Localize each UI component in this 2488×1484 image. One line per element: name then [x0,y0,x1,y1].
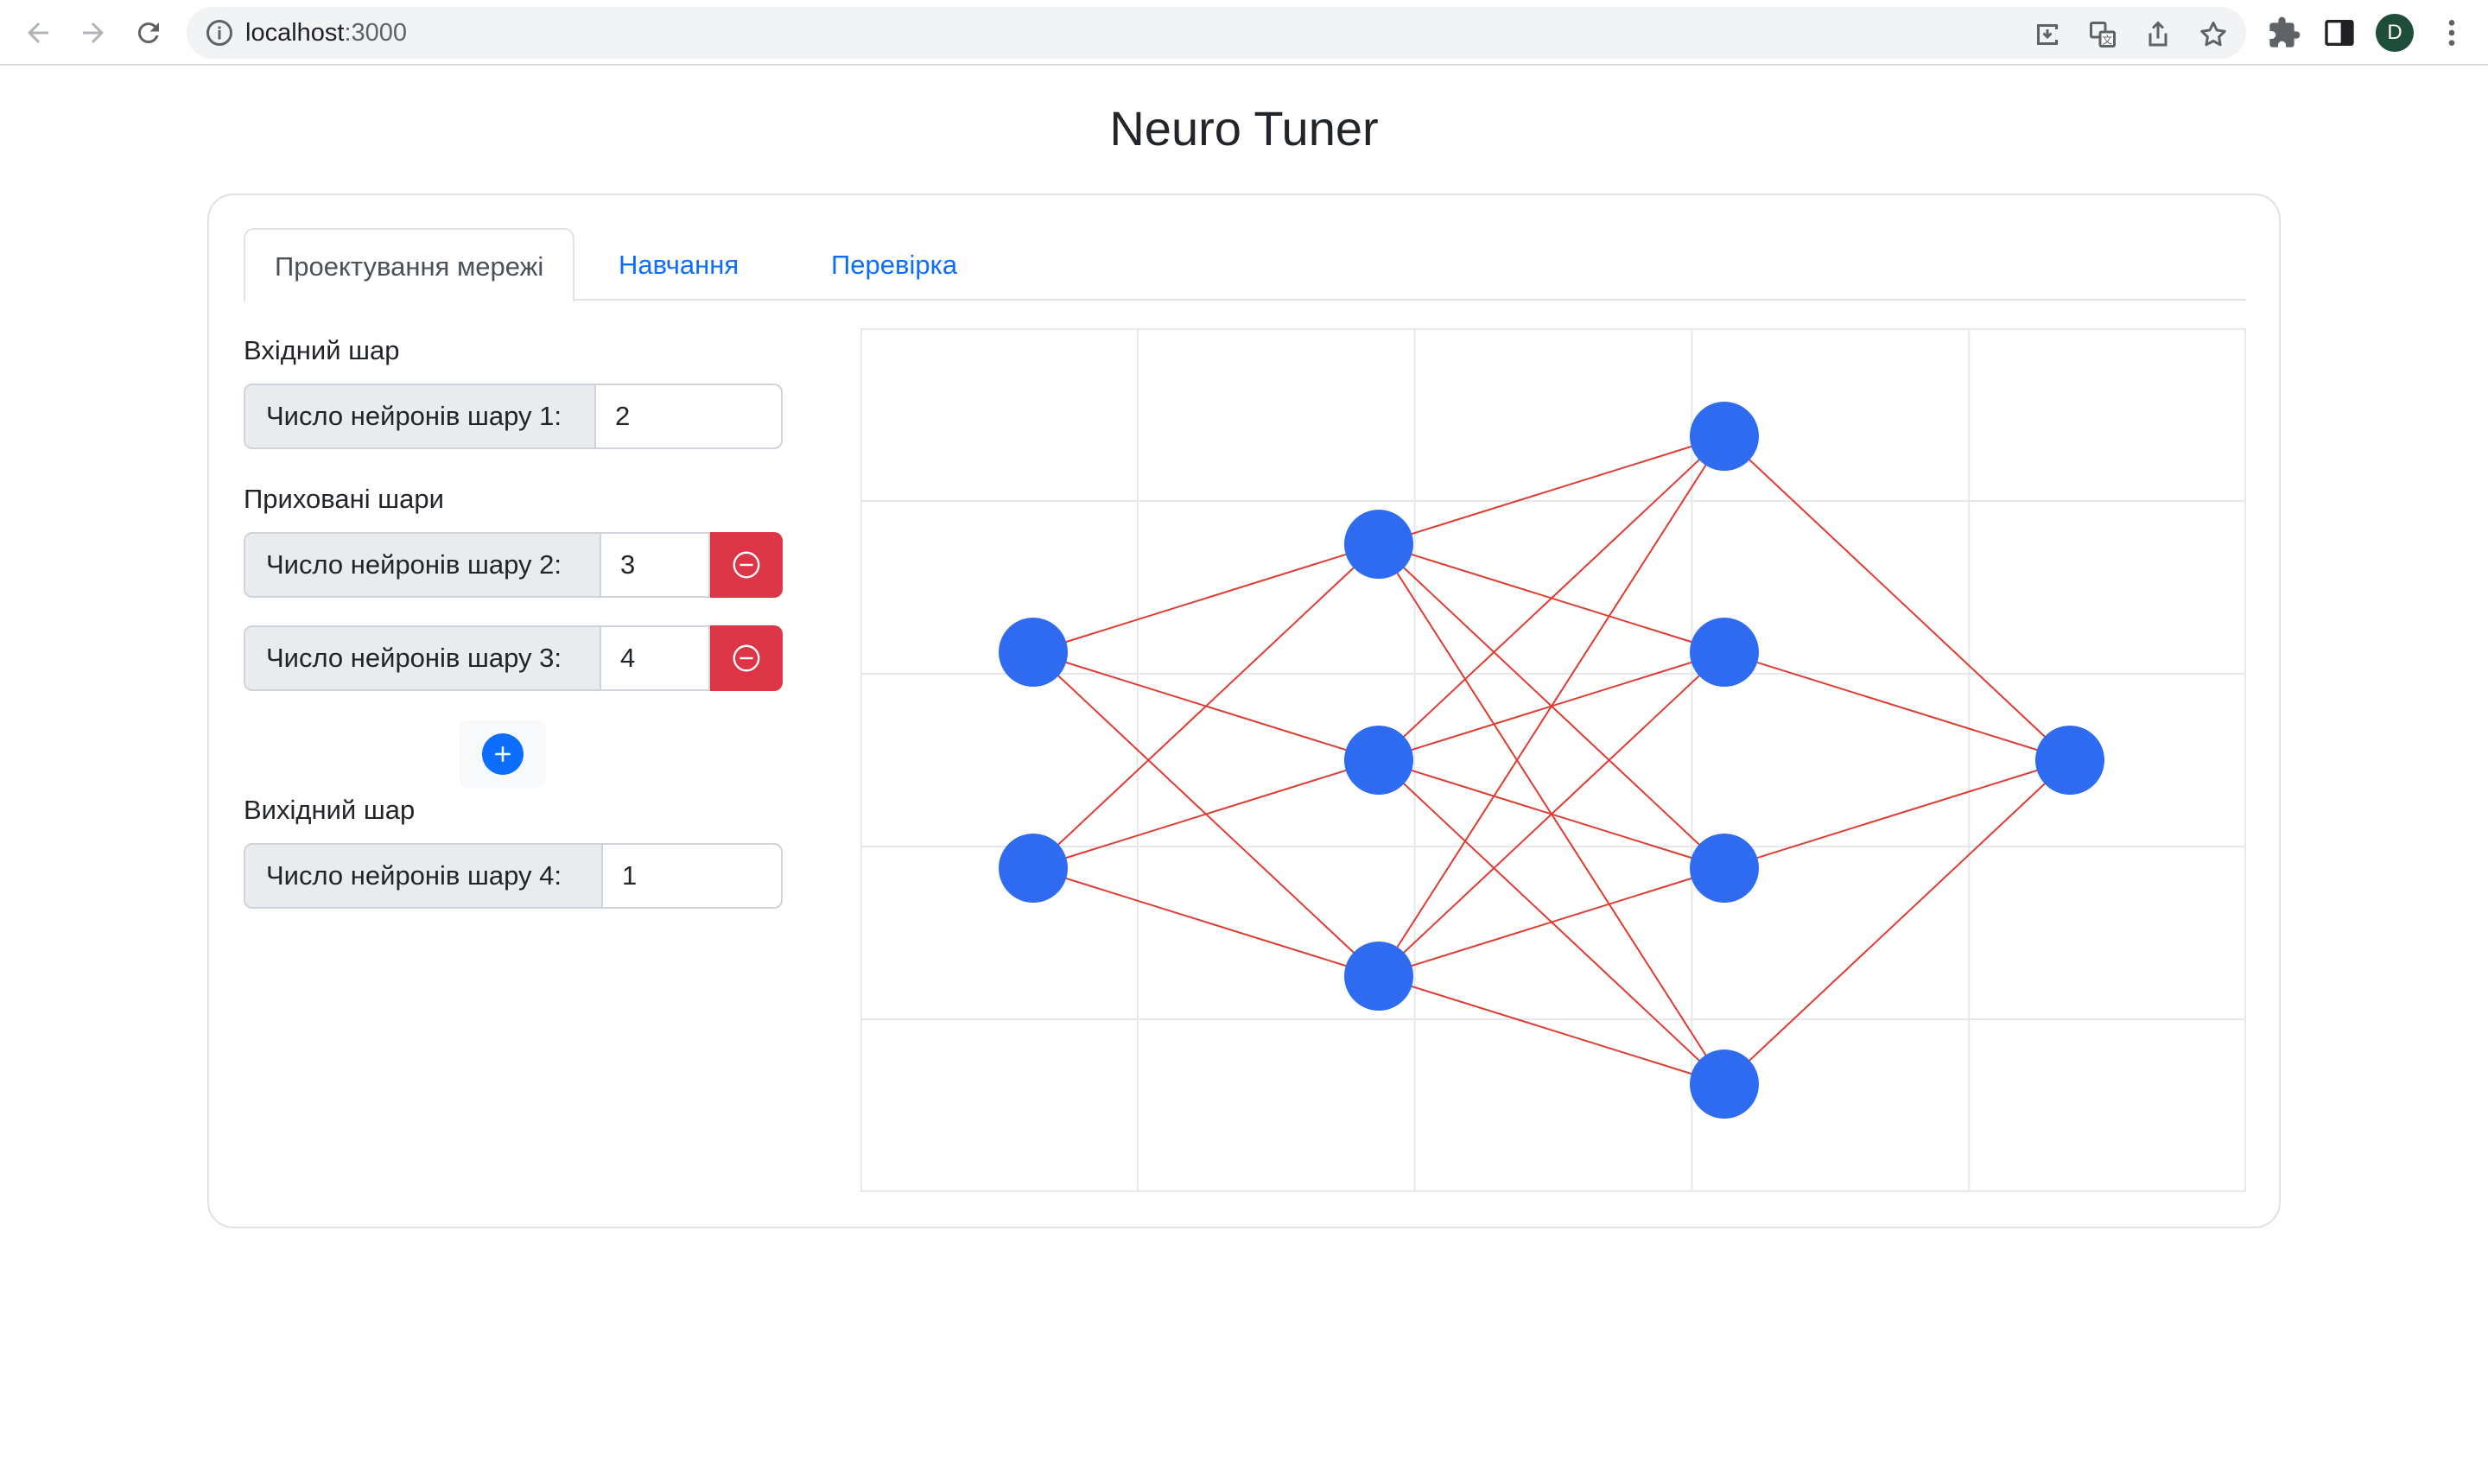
layer-1-input-group: Число нейронів шару 1: 2 [244,384,783,449]
layer-2-input-group: Число нейронів шару 2: 3 [244,532,783,598]
layer-2-neuron-count-input[interactable]: 3 [601,532,710,598]
back-button[interactable] [17,12,59,54]
layer-2-label: Число нейронів шару 2: [244,532,601,598]
neuron-layer-3-4 [1690,1050,1759,1119]
share-icon[interactable] [2142,19,2174,50]
connection-l2n3-l3n4 [1378,975,1725,1085]
connection-l2n2-l3n1 [1378,435,1725,761]
layer-3-label: Число нейронів шару 3: [244,625,601,691]
network-connections [1032,435,2071,1085]
neuron-layer-1-1 [999,618,1068,687]
layer-3-neuron-count-input[interactable]: 4 [601,625,710,691]
connection-l2n3-l3n1 [1378,435,1725,977]
reload-button[interactable] [128,12,169,54]
connection-l3n3-l4n1 [1723,759,2071,869]
tab-training[interactable]: Навчання [589,228,768,302]
url-text[interactable]: localhost:3000 [245,19,407,47]
tab-bar: Проектування мережі Навчання Перевірка [244,228,2246,302]
minus-circle-icon [733,644,760,672]
output-layer-heading: Вихідний шар [244,795,416,825]
layer-3-input-group: Число нейронів шару 3: 4 [244,625,783,691]
install-app-icon[interactable] [2032,19,2063,50]
reload-icon [137,22,159,44]
neuron-layer-1-2 [999,834,1068,903]
network-diagram [860,328,2246,1192]
input-layer-heading: Вхідний шар [244,335,400,365]
minus-circle-icon [733,551,760,579]
address-bar[interactable]: localhost:3000 文 [187,7,2246,59]
arrow-left-icon [28,22,48,43]
connection-l2n1-l3n1 [1378,435,1725,545]
layer-4-neuron-count-input[interactable]: 1 [603,843,783,909]
connection-l1n2-l2n1 [1032,543,1380,869]
neuron-layer-2-2 [1344,726,1413,795]
translate-icon[interactable]: 文 [2087,19,2118,50]
tab-verification[interactable]: Перевірка [802,228,987,302]
remove-layer-3-button[interactable] [710,625,783,691]
layer-4-label: Число нейронів шару 4: [244,843,603,909]
connection-l3n1-l4n1 [1723,435,2071,761]
connection-l3n2-l4n1 [1723,651,2071,761]
connection-l1n1-l2n1 [1032,543,1380,653]
connection-l3n4-l4n1 [1723,759,2071,1085]
hidden-layers-heading: Приховані шари [244,484,444,514]
connection-l2n3-l3n2 [1378,651,1725,977]
neuron-layer-4-1 [2035,726,2104,795]
neuron-layer-2-1 [1344,510,1413,579]
arrow-right-icon [83,22,104,43]
profile-initial: D [2387,21,2402,44]
neuron-layer-3-2 [1690,618,1759,687]
info-icon[interactable] [204,17,235,48]
neuron-layer-2-3 [1344,942,1413,1011]
layer-1-neuron-count-input[interactable]: 2 [596,384,783,449]
layer-4-input-group: Число нейронів шару 4: 1 [244,843,783,909]
neuron-layer-3-1 [1690,402,1759,471]
tab-network-design[interactable]: Проектування мережі [244,228,575,302]
plus-circle-icon [482,733,524,775]
add-layer-button[interactable] [460,720,546,788]
profile-avatar[interactable]: D [2376,14,2414,52]
neuron-layer-3-3 [1690,834,1759,903]
bookmark-star-icon[interactable] [2198,19,2229,50]
browser-toolbar: localhost:3000 文 D [0,0,2488,66]
menu-kebab-icon[interactable] [2434,16,2469,50]
layer-1-label: Число нейронів шару 1: [244,384,596,449]
extensions-icon[interactable] [2267,16,2301,50]
network-neurons [999,402,2104,1119]
connection-l1n2-l2n2 [1032,759,1380,869]
connection-l2n3-l3n3 [1378,867,1725,977]
forward-button[interactable] [73,12,114,54]
connection-l1n2-l2n3 [1032,867,1380,977]
url-host: localhost [245,19,345,47]
svg-text:文: 文 [2102,34,2112,47]
side-panel-icon[interactable] [2322,16,2357,50]
remove-layer-2-button[interactable] [710,532,783,598]
page-title: Neuro Tuner [1109,101,1379,155]
url-port: :3000 [344,19,408,47]
